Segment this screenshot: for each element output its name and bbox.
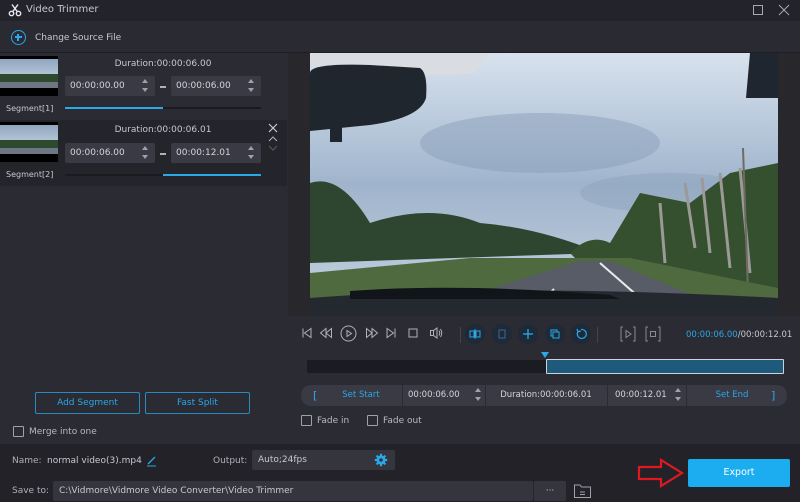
annotation-arrow-icon — [637, 458, 685, 488]
timeline-selection[interactable] — [545, 359, 784, 374]
set-start-bracket: [ — [313, 389, 318, 402]
segment-item[interactable]: Segment[2] Duration:00:00:06.01 00:00:06… — [0, 120, 287, 186]
current-time: 00:00:06.00 — [686, 330, 738, 340]
edit-name-icon[interactable] — [145, 454, 158, 467]
fast-split-button[interactable]: Fast Split — [145, 392, 250, 414]
skip-to-end-icon[interactable] — [384, 326, 398, 340]
delete-icon — [498, 329, 506, 339]
stop-icon[interactable] — [406, 326, 420, 340]
segment-range-track — [65, 107, 261, 109]
timeline-track[interactable] — [307, 352, 784, 374]
set-end-bracket: ] — [771, 389, 776, 402]
copy-icon — [550, 329, 560, 339]
playhead-marker[interactable] — [541, 352, 549, 358]
preview-play-icon[interactable] — [619, 325, 637, 343]
segment-end-input[interactable]: 00:00:06.00 — [171, 76, 261, 96]
segment-end-input[interactable]: 00:00:12.01 — [171, 143, 261, 163]
spinner-icon[interactable] — [142, 146, 149, 160]
trim-bar: [ Set Start 00:00:06.00 Duration:00:00:0… — [301, 385, 787, 406]
fade-out-label: Fade out — [383, 416, 422, 426]
open-folder-icon[interactable] — [573, 482, 592, 499]
reset-icon — [576, 328, 587, 339]
add-circle-icon — [11, 30, 26, 45]
add-icon — [523, 329, 533, 339]
split-icon — [469, 329, 481, 339]
fade-out-checkbox[interactable] — [367, 415, 378, 426]
segment-item[interactable]: Segment[1] Duration:00:00:06.00 00:00:00… — [0, 54, 287, 120]
merge-label: Merge into one — [29, 427, 97, 437]
range-dash — [160, 153, 166, 155]
export-button[interactable]: Export — [688, 459, 790, 487]
reset-button[interactable] — [571, 324, 591, 344]
segment-range-track — [65, 174, 261, 176]
output-value: Auto;24fps — [258, 455, 307, 465]
change-source-label: Change Source File — [35, 33, 122, 43]
spinner-icon[interactable] — [248, 79, 255, 93]
change-source-bar: Change Source File — [0, 21, 800, 53]
move-up-icon[interactable] — [268, 135, 278, 143]
save-path-field[interactable]: C:\Vidmore\Vidmore Video Converter\Video… — [53, 481, 533, 501]
skip-to-start-icon[interactable] — [300, 326, 314, 340]
video-preview[interactable] — [310, 53, 778, 316]
add-segment-button[interactable]: Add Segment — [35, 392, 140, 414]
preview-stop-icon[interactable] — [644, 325, 662, 343]
add-button[interactable] — [518, 324, 538, 344]
spinner-icon[interactable] — [142, 79, 149, 93]
copy-button[interactable] — [545, 324, 565, 344]
split-button[interactable] — [465, 324, 485, 344]
window-title: Video Trimmer — [26, 4, 99, 15]
close-icon[interactable] — [777, 3, 791, 17]
title-bar: Video Trimmer — [0, 0, 800, 21]
trim-start-input[interactable]: 00:00:06.00 — [408, 385, 460, 406]
segment-start-input[interactable]: 00:00:00.00 — [65, 76, 155, 96]
set-end-button[interactable]: Set End — [687, 385, 777, 406]
segment-range-fill — [65, 107, 163, 109]
save-path: C:\Vidmore\Vidmore Video Converter\Video… — [59, 486, 294, 496]
total-time: /00:00:12.01 — [737, 330, 793, 340]
rewind-icon[interactable] — [319, 326, 333, 340]
segment-start-input[interactable]: 00:00:06.00 — [65, 143, 155, 163]
merge-checkbox[interactable] — [13, 426, 24, 437]
output-label: Output: — [213, 456, 248, 466]
segment-label: Segment[1] — [6, 104, 54, 113]
segment-duration: Duration:00:00:06.00 — [114, 59, 212, 69]
maximize-icon[interactable] — [751, 3, 765, 17]
browse-button[interactable]: ··· — [533, 481, 566, 501]
trim-start-spinner[interactable] — [471, 386, 485, 405]
segment-label: Segment[2] — [6, 170, 54, 179]
volume-icon[interactable] — [429, 326, 443, 340]
toolbar-divider — [597, 327, 598, 343]
play-icon[interactable] — [340, 325, 357, 342]
trim-duration: Duration:00:00:06.01 — [500, 390, 592, 400]
toolbar-divider — [460, 327, 461, 343]
name-label: Name: — [12, 456, 42, 466]
trim-end-spinner[interactable] — [671, 386, 685, 405]
file-name: normal video(3).mp4 — [47, 456, 142, 466]
remove-segment-icon[interactable] — [268, 123, 278, 133]
segment-range-fill — [163, 174, 261, 176]
move-down-icon[interactable] — [268, 144, 278, 152]
segment-thumbnail — [0, 56, 58, 96]
spinner-icon[interactable] — [248, 146, 255, 160]
segment-thumbnail — [0, 122, 58, 162]
timecode: 00:00:06.00/00:00:12.01 — [686, 330, 792, 340]
video-frame — [310, 53, 778, 316]
save-to-label: Save to: — [12, 486, 50, 496]
output-settings-field[interactable]: Auto;24fps — [252, 450, 395, 470]
fast-forward-icon[interactable] — [365, 326, 379, 340]
range-dash — [160, 86, 166, 88]
gear-icon[interactable] — [374, 453, 388, 467]
delete-button[interactable] — [492, 324, 512, 344]
fade-in-label: Fade in — [317, 416, 350, 426]
segment-list-panel: Segment[1] Duration:00:00:06.00 00:00:00… — [0, 54, 288, 444]
segment-duration: Duration:00:00:06.01 — [114, 125, 212, 135]
scissors-icon — [8, 4, 22, 17]
set-start-button[interactable]: Set Start — [321, 385, 401, 406]
fade-in-checkbox[interactable] — [301, 415, 312, 426]
trim-end-input[interactable]: 00:00:12.01 — [615, 385, 667, 406]
